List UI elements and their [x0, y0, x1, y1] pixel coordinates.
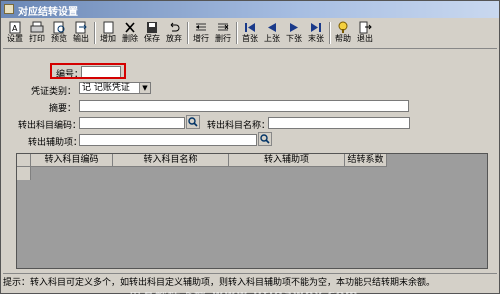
summary-label: 摘要：	[49, 104, 77, 114]
toolbar: A 设置 打印 预览 输出 增加 删除 保存 放弃 增行 删行 首张 上张 下张…	[3, 20, 497, 46]
out-aux-label: 转出辅助项：	[28, 138, 83, 148]
help-button[interactable]: 帮助	[333, 20, 353, 46]
grid-header: 转入科目编码 转入科目名称 转入辅助项 结转系数	[17, 154, 487, 167]
out-account-name-input[interactable]	[268, 117, 410, 129]
out-account-code-label: 转出科目编码：	[18, 121, 82, 131]
col-coefficient[interactable]: 结转系数	[345, 154, 387, 167]
transfer-grid[interactable]: 转入科目编码 转入科目名称 转入辅助项 结转系数 用友软件下载 www.ufid…	[16, 153, 488, 301]
preview-icon	[53, 21, 65, 34]
delete-row-button[interactable]: 删行	[213, 20, 233, 46]
next-record-button[interactable]: 下张	[284, 20, 304, 46]
insert-row-icon	[196, 23, 206, 31]
delete-button[interactable]: 删除	[120, 20, 140, 46]
window-title: 对应结转设置	[18, 7, 78, 18]
new-document-icon	[103, 21, 114, 34]
search-icon	[188, 117, 198, 127]
col-in-account-name[interactable]: 转入科目名称	[113, 154, 229, 167]
out-account-name-label: 转出科目名称：	[207, 121, 271, 131]
last-icon	[311, 23, 321, 32]
set-button[interactable]: A 设置	[5, 20, 25, 46]
save-button[interactable]: 保存	[142, 20, 162, 46]
voucher-type-label: 凭证类别：	[31, 87, 77, 97]
delete-row-icon	[218, 23, 229, 31]
delete-icon	[125, 22, 135, 33]
col-in-aux[interactable]: 转入辅助项	[229, 154, 345, 167]
preview-button[interactable]: 预览	[49, 20, 69, 46]
grid-corner	[17, 154, 31, 167]
exit-button[interactable]: 退出	[355, 20, 375, 46]
out-aux-lookup-button[interactable]	[258, 132, 272, 146]
add-button[interactable]: 增加	[98, 20, 118, 46]
summary-input[interactable]	[79, 100, 409, 112]
abandon-button[interactable]: 放弃	[164, 20, 184, 46]
out-account-code-lookup-button[interactable]	[186, 115, 200, 129]
export-icon	[75, 21, 87, 34]
number-highlight-box	[50, 63, 126, 79]
out-account-code-input[interactable]	[79, 117, 185, 129]
voucher-type-select[interactable]: 记 记账凭证 ▼	[79, 82, 151, 94]
first-record-button[interactable]: 首张	[240, 20, 260, 46]
insert-row-button[interactable]: 增行	[191, 20, 211, 46]
prev-icon	[268, 23, 276, 32]
exit-icon	[359, 21, 372, 34]
out-aux-input[interactable]	[79, 134, 257, 146]
chevron-down-icon[interactable]: ▼	[139, 83, 150, 93]
first-icon	[245, 23, 255, 32]
undo-icon	[170, 22, 180, 32]
search-icon	[260, 134, 270, 144]
col-in-account-code[interactable]: 转入科目编码	[31, 154, 113, 167]
printer-icon	[30, 21, 44, 33]
svg-text:A: A	[12, 24, 18, 33]
app-icon	[4, 4, 14, 14]
export-button[interactable]: 输出	[71, 20, 91, 46]
last-record-button[interactable]: 末张	[306, 20, 326, 46]
settings-icon: A	[9, 21, 21, 34]
save-icon	[147, 22, 157, 33]
dialog-window: 对应结转设置 A 设置 打印 预览 输出 增加 删除 保存 放弃 增行 删行 首…	[0, 0, 500, 301]
row-selector[interactable]	[17, 167, 31, 180]
form-panel: 编号： 凭证类别： 记 记账凭证 ▼ 摘要： 转出科目编码： 转出科目名称： 转…	[3, 48, 497, 301]
help-icon	[338, 21, 348, 33]
print-button[interactable]: 打印	[27, 20, 47, 46]
prev-record-button[interactable]: 上张	[262, 20, 282, 46]
next-icon	[290, 23, 298, 32]
title-bar: 对应结转设置	[1, 1, 499, 18]
status-bar: 提示：转入科目可定义多个，如转出科目定义辅助项，则转入科目辅助项不能为空，本功能…	[3, 273, 497, 292]
